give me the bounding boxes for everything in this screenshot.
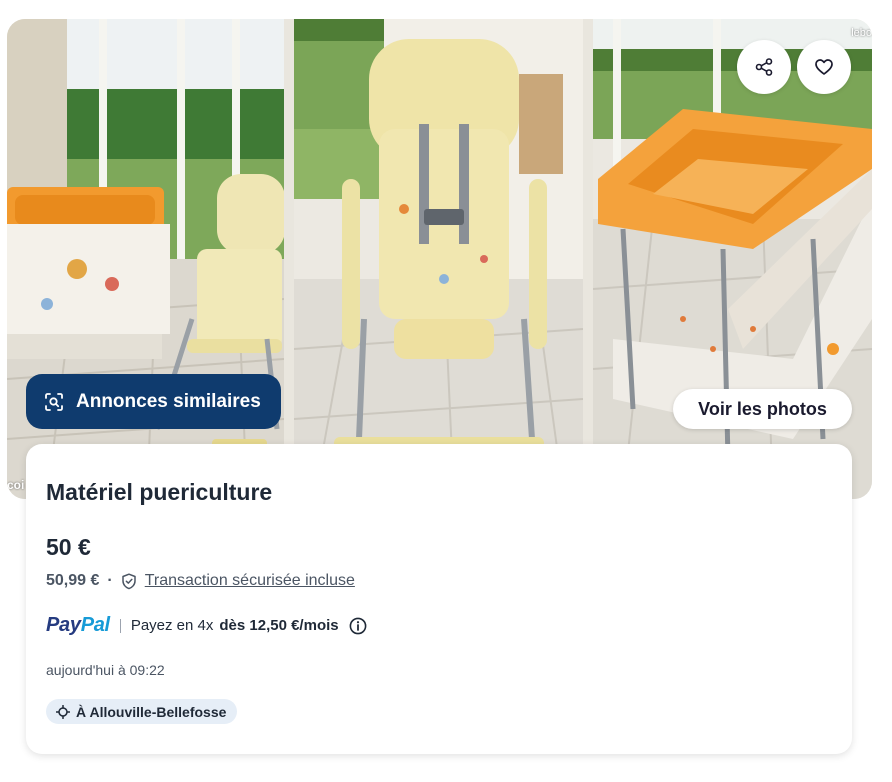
favorite-button[interactable]: [797, 40, 851, 94]
gallery-photo-2[interactable]: [294, 19, 583, 499]
location-badge[interactable]: À Allouville-Bellefosse: [46, 699, 238, 724]
similar-listings-button[interactable]: Annonces similaires: [26, 374, 281, 429]
listing-price: 50 €: [46, 534, 91, 560]
paypal-logo-part1: Pay: [46, 614, 81, 636]
shield-check-icon: [121, 572, 136, 589]
view-photos-button[interactable]: Voir les photos: [673, 389, 852, 429]
listing-card: Matériel puericulture 50 € 50,99 € · Tra…: [26, 444, 852, 754]
separator-dot: ·: [107, 572, 113, 589]
heart-icon: [815, 59, 833, 75]
visual-search-icon: [45, 392, 63, 411]
share-button[interactable]: [737, 40, 791, 94]
paypal-logo: PayPal: [46, 614, 110, 637]
paypal-logo-part2: Pal: [80, 614, 110, 636]
photo-overlay-text-left: coi: [7, 478, 25, 492]
price-details: 50,99 € · Transaction sécurisée incluse: [46, 572, 355, 590]
info-icon[interactable]: [349, 617, 367, 635]
photo-overlay-text-right: lebo: [851, 27, 872, 39]
similar-listings-label: Annonces similaires: [76, 390, 261, 412]
price-total: 50,99 €: [46, 572, 100, 589]
paypal-installments: PayPal Payez en 4x dès 12,50 €/mois: [46, 614, 367, 637]
secure-transaction-link[interactable]: Transaction sécurisée incluse: [145, 572, 355, 590]
listing-title: Matériel puericulture: [46, 479, 273, 505]
publication-date: aujourd'hui à 09:22: [46, 662, 165, 678]
location-label: À Allouville-Bellefosse: [76, 703, 227, 720]
paypal-text-amount: dès 12,50 €/mois: [219, 617, 339, 634]
paypal-text-prefix: Payez en 4x: [130, 617, 214, 634]
location-target-icon: [56, 704, 70, 719]
divider: [119, 618, 121, 633]
share-icon: [755, 58, 773, 76]
